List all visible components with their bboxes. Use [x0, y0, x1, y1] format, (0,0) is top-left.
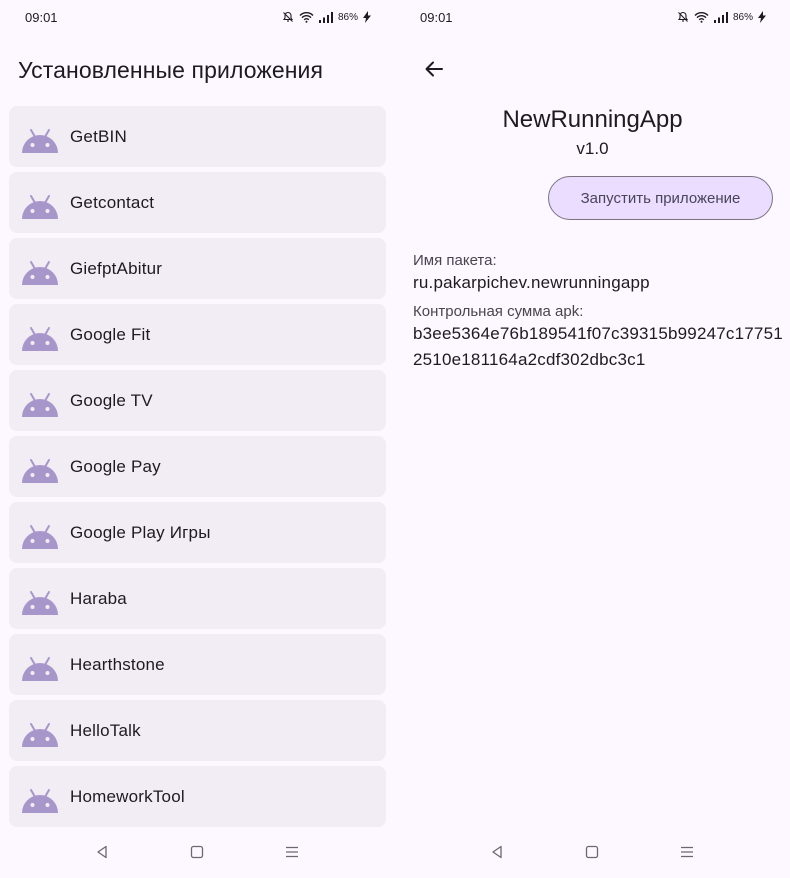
- nav-back-button[interactable]: [92, 844, 112, 864]
- back-triangle-icon: [95, 845, 109, 864]
- nav-menu-button[interactable]: [282, 844, 302, 864]
- app-list-item-label: Google Fit: [70, 324, 151, 344]
- signal-icon: [713, 11, 728, 23]
- status-icons: 86%: [677, 9, 766, 25]
- app-list-item[interactable]: Google TV: [9, 370, 386, 431]
- app-list-item[interactable]: HelloTalk: [9, 700, 386, 761]
- page-title: Установленные приложения: [18, 57, 324, 83]
- package-name-label: Имя пакета:: [413, 252, 497, 269]
- launch-app-button[interactable]: Запустить приложение: [548, 176, 773, 220]
- nav-home-button[interactable]: [582, 844, 602, 864]
- navigation-bar: [0, 830, 790, 878]
- nav-home-button[interactable]: [187, 844, 207, 864]
- app-list-item[interactable]: Getcontact: [9, 172, 386, 233]
- android-icon: [20, 191, 60, 221]
- app-list: GetBIN Getcontact GiefptAbitur Google Fit Go…: [9, 106, 386, 830]
- status-icons: 86%: [282, 9, 371, 25]
- menu-lines-icon: [680, 845, 694, 864]
- app-name: NewRunningApp: [502, 106, 683, 133]
- app-details-screen: 09:01 86% NewRunningApp v1.0 Запустить п…: [395, 0, 790, 830]
- app-list-item-label: HomeworkTool: [70, 786, 185, 806]
- package-name-value: ru.pakarpichev.newrunningapp: [413, 273, 650, 292]
- android-icon: [20, 785, 60, 815]
- menu-lines-icon: [285, 845, 299, 864]
- app-list-item-label: Hearthstone: [70, 654, 165, 674]
- nav-menu-button[interactable]: [677, 844, 697, 864]
- battery-charging-icon: [363, 11, 371, 23]
- home-square-icon: [190, 845, 204, 864]
- app-list-item-label: Getcontact: [70, 192, 155, 212]
- android-icon: [20, 719, 60, 749]
- app-list-item-label: Google Pay: [70, 456, 161, 476]
- app-list-item-label: GetBIN: [70, 126, 127, 146]
- back-button[interactable]: [419, 56, 449, 86]
- android-icon: [20, 521, 60, 551]
- status-time: 09:01: [420, 10, 453, 25]
- app-list-item[interactable]: Google Play Игры: [9, 502, 386, 563]
- app-list-item-label: Haraba: [70, 588, 127, 608]
- status-time: 09:01: [25, 10, 58, 25]
- app-list-item[interactable]: Hearthstone: [9, 634, 386, 695]
- app-version: v1.0: [576, 139, 609, 158]
- app-list-item[interactable]: Google Pay: [9, 436, 386, 497]
- app-list-item[interactable]: Haraba: [9, 568, 386, 629]
- android-icon: [20, 323, 60, 353]
- battery-level: 86%: [732, 11, 753, 23]
- status-bar: 09:01 86%: [395, 0, 790, 34]
- checksum-value: b3ee5364e76b189541f07c39315b99247c177512…: [413, 324, 783, 369]
- wifi-icon: [694, 11, 709, 23]
- app-list-item-label: Google TV: [70, 390, 153, 410]
- mute-icon: [282, 11, 294, 23]
- app-list-item[interactable]: GiefptAbitur: [9, 238, 386, 299]
- arrow-left-icon: [424, 59, 444, 84]
- battery-charging-icon: [758, 11, 766, 23]
- android-icon: [20, 653, 60, 683]
- signal-icon: [318, 11, 333, 23]
- app-list-item-label: GiefptAbitur: [70, 258, 163, 278]
- nav-back-button[interactable]: [487, 844, 507, 864]
- android-icon: [20, 257, 60, 287]
- android-icon: [20, 125, 60, 155]
- back-triangle-icon: [490, 845, 504, 864]
- wifi-icon: [299, 11, 314, 23]
- android-icon: [20, 389, 60, 419]
- android-icon: [20, 455, 60, 485]
- app-list-item[interactable]: GetBIN: [9, 106, 386, 167]
- app-list-item[interactable]: HomeworkTool: [9, 766, 386, 827]
- home-square-icon: [585, 845, 599, 864]
- checksum-label: Контрольная сумма apk:: [413, 303, 584, 320]
- battery-level: 86%: [337, 11, 358, 23]
- status-bar: 09:01 86%: [0, 0, 395, 34]
- app-list-item[interactable]: Google Fit: [9, 304, 386, 365]
- app-list-item-label: Google Play Игры: [70, 522, 211, 542]
- android-icon: [20, 587, 60, 617]
- installed-apps-screen: 09:01 86% Установленные приложения GetBI…: [0, 0, 395, 830]
- mute-icon: [677, 11, 689, 23]
- app-list-item-label: HelloTalk: [70, 720, 141, 740]
